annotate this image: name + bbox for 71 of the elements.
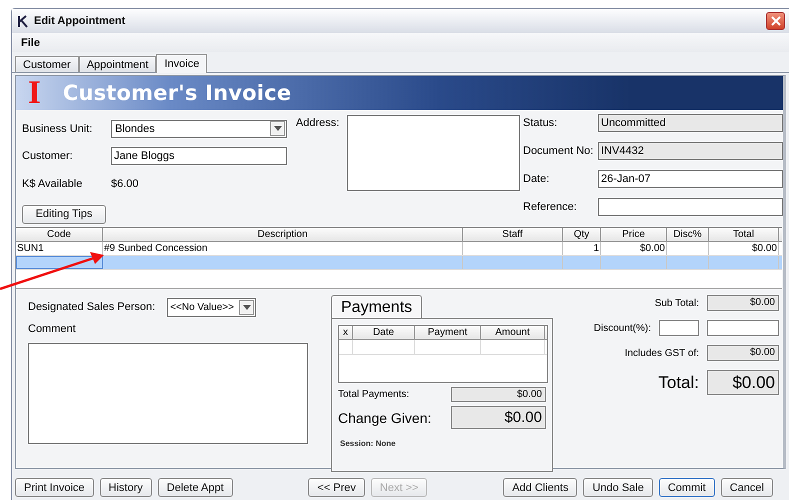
banner-title: Customer's Invoice xyxy=(62,81,292,105)
discount-amount-field[interactable] xyxy=(707,320,779,336)
field-label: K$ Available xyxy=(22,178,84,190)
field-label: Discount(%): xyxy=(594,322,651,334)
credit-value: $6.00 xyxy=(111,178,139,190)
tab[interactable]: Appointment xyxy=(78,56,156,72)
action-button[interactable]: Add Clients xyxy=(503,478,578,497)
column-header[interactable]: Price xyxy=(601,228,667,241)
field-label: Date: xyxy=(523,173,550,185)
reference-field[interactable] xyxy=(598,198,783,216)
action-button[interactable]: Undo Sale xyxy=(583,478,653,497)
field-label: Document No: xyxy=(523,145,594,157)
action-button[interactable]: << Prev xyxy=(308,478,365,497)
column-header[interactable]: Description xyxy=(103,228,463,241)
status-field[interactable]: Uncommitted xyxy=(598,114,783,132)
tab[interactable]: Invoice xyxy=(156,54,208,73)
action-button[interactable]: History xyxy=(100,478,152,497)
action-button[interactable]: Print Invoice xyxy=(15,478,94,497)
payments-tab[interactable]: Payments xyxy=(331,295,422,318)
column-header[interactable]: Total xyxy=(709,228,779,241)
change-given-field: $0.00 xyxy=(451,406,546,429)
close-icon xyxy=(770,16,780,26)
field-label: Reference: xyxy=(523,201,578,213)
column-header[interactable]: Amount xyxy=(481,326,545,339)
field-label: Business Unit: xyxy=(22,122,94,135)
column-header[interactable]: x xyxy=(339,326,353,339)
column-header[interactable]: Disc% xyxy=(667,228,709,241)
table-cell: #9 Sunbed Concession xyxy=(103,242,463,255)
column-header[interactable]: Qty xyxy=(563,228,601,241)
close-button[interactable] xyxy=(766,12,785,30)
window-title: Edit Appointment xyxy=(34,15,126,27)
discount-percent-field[interactable] xyxy=(659,320,699,336)
comment-field[interactable] xyxy=(28,343,308,444)
total-payments-field: $0.00 xyxy=(451,387,546,402)
field-label: Change Given: xyxy=(338,410,432,426)
field-label: Customer: xyxy=(22,150,74,162)
session-text: Session: None xyxy=(339,439,397,448)
field-label: Total: xyxy=(658,372,699,392)
field-label: Designated Sales Person: xyxy=(28,301,156,313)
banner-logo: I xyxy=(28,76,41,110)
column-header[interactable]: Staff xyxy=(463,228,563,241)
document-number-field[interactable]: INV4432 xyxy=(598,142,783,160)
address-field[interactable] xyxy=(346,115,520,191)
field-label: Address: xyxy=(296,116,340,131)
column-header[interactable]: Payment xyxy=(415,326,481,339)
editing-tips-button[interactable]: Editing Tips xyxy=(22,204,106,224)
business-unit-dropdown[interactable]: Blondes xyxy=(111,120,287,138)
table-cell: SUN1 xyxy=(16,242,103,255)
app-logo-icon xyxy=(17,14,29,28)
field-label: Sub Total: xyxy=(654,298,699,308)
sub-total-field: $0.00 xyxy=(707,295,779,311)
action-button[interactable]: Commit xyxy=(658,478,715,497)
table-row[interactable] xyxy=(16,256,782,270)
field-label: Status: xyxy=(523,117,558,129)
column-header[interactable]: Date xyxy=(353,326,415,339)
column-header[interactable]: Code xyxy=(16,228,103,241)
table-cell: $0.00 xyxy=(709,242,779,255)
gst-field: $0.00 xyxy=(707,345,779,361)
table-cell: $0.00 xyxy=(601,242,667,255)
total-field: $0.00 xyxy=(707,370,779,395)
customer-field[interactable]: Jane Bloggs xyxy=(111,147,287,166)
field-label: Includes GST of: xyxy=(624,348,699,358)
date-field[interactable]: 26-Jan-07 xyxy=(598,170,783,188)
tab[interactable]: Customer xyxy=(15,56,79,72)
action-button[interactable]: Delete Appt xyxy=(158,478,233,497)
sales-person-dropdown[interactable]: <<No Value>> xyxy=(167,298,256,316)
field-label: Comment xyxy=(28,323,77,335)
menu-item[interactable]: File xyxy=(21,36,40,48)
field-label: Total Payments: xyxy=(338,389,410,400)
action-button[interactable]: Cancel xyxy=(720,478,773,497)
table-cell: 1 xyxy=(563,242,601,255)
